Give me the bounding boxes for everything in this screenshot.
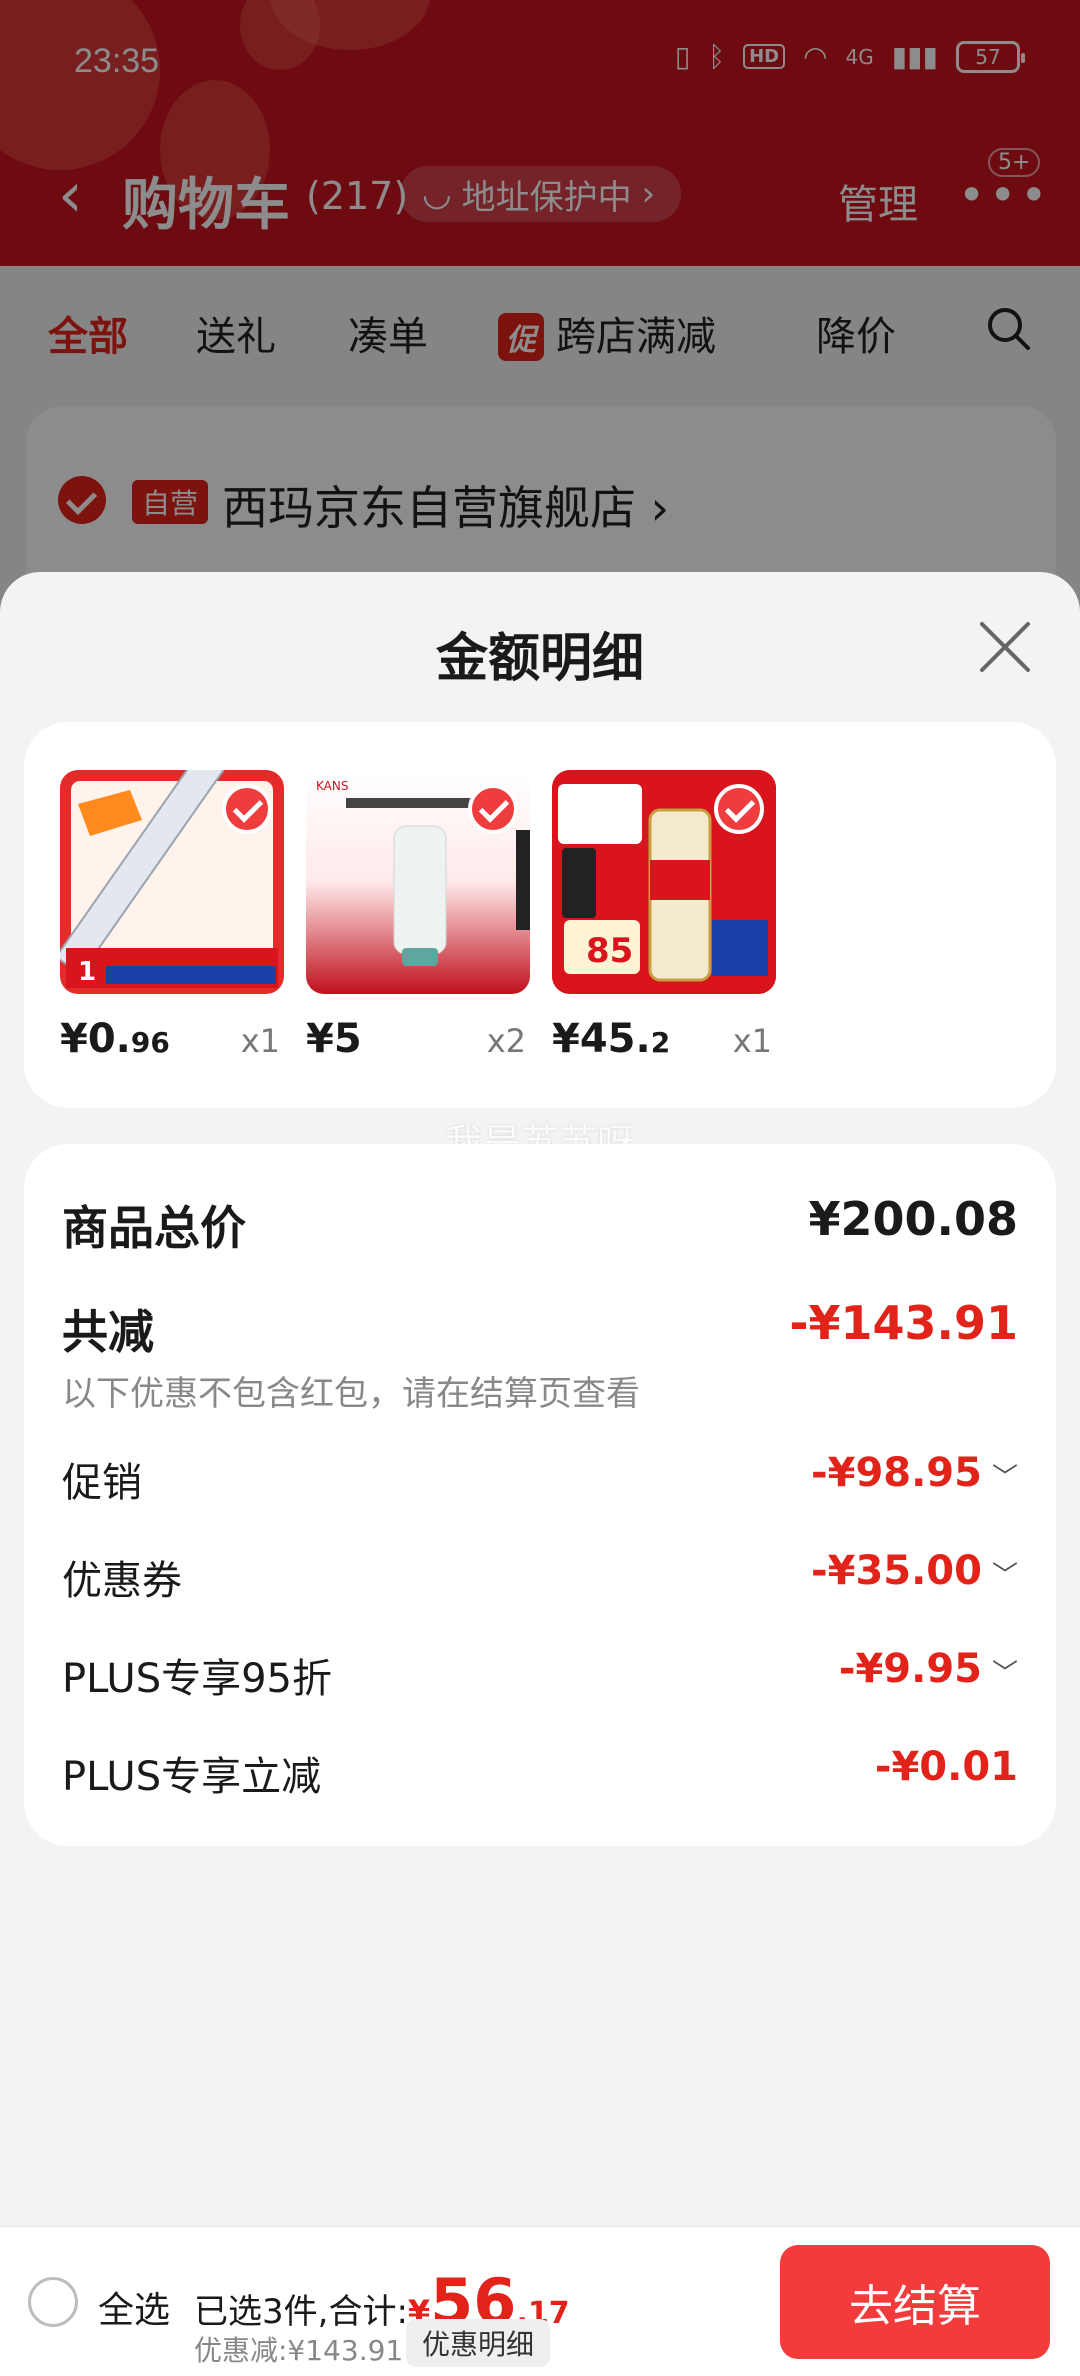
svg-text:85: 85 (586, 931, 633, 971)
selected-count: 已选3件,合计: (194, 2292, 408, 2332)
discount-value: -¥98.95 ﹀ (811, 1450, 1018, 1496)
product-quantity: x1 (732, 1022, 772, 1060)
product-price: ¥5 (306, 1016, 362, 1062)
checkout-button[interactable]: 去结算 (780, 2245, 1050, 2359)
product-item[interactable]: KANS ¥5 x2 (306, 770, 530, 1068)
discount-row-plus-instant: PLUS专享立减 -¥0.01 (62, 1744, 1018, 1800)
product-item[interactable]: 85 ¥45.2 x1 (552, 770, 776, 1068)
chevron-down-icon[interactable]: ﹀ (992, 1653, 1018, 1690)
product-thumbnail: 85 (552, 770, 776, 994)
total-price-label: 商品总价 (62, 1201, 246, 1255)
product-quantity: x2 (486, 1022, 526, 1060)
total-reduction-value: -¥143.91 (789, 1296, 1018, 1350)
product-price: ¥45.2 (552, 1016, 671, 1062)
product-thumbnail: KANS (306, 770, 530, 994)
discount-row-promotion[interactable]: 促销 -¥98.95 ﹀ (62, 1450, 1018, 1506)
product-price: ¥0.96 (60, 1016, 170, 1062)
sheet-title: 金额明细 (435, 629, 644, 689)
product-list: 1 ¥0.96 x1 KANS ¥5 x2 85 ¥45.2 x1 (24, 722, 1056, 1108)
chevron-down-icon[interactable]: ﹀ (992, 1457, 1018, 1494)
item-checked-icon[interactable] (222, 784, 272, 834)
discount-value: -¥0.01 (874, 1744, 1018, 1790)
item-checked-icon[interactable] (468, 784, 518, 834)
total-price-row: 商品总价 ¥200.08 (62, 1192, 1018, 1255)
discount-label: PLUS专享95折 (62, 1656, 332, 1702)
checkout-bar: 全选 已选3件,合计:¥56.17 优惠减:¥143.91 优惠明细 去结算 (0, 2226, 1080, 2376)
discount-detail-button[interactable]: 优惠明细 (406, 2319, 551, 2367)
chevron-down-icon[interactable]: ﹀ (992, 1555, 1018, 1592)
svg-text:1: 1 (78, 957, 96, 987)
amount-detail-sheet: 金额明细 1 ¥0.96 x1 KANS ¥5 x2 85 ¥45.2 x1 我… (0, 572, 1080, 2376)
svg-text:KANS: KANS (316, 779, 348, 793)
total-price-value: ¥200.08 (808, 1192, 1018, 1246)
discount-row-plus-95[interactable]: PLUS专享95折 -¥9.95 ﹀ (62, 1646, 1018, 1702)
discount-label: 促销 (62, 1460, 142, 1506)
product-item[interactable]: 1 ¥0.96 x1 (60, 770, 284, 1068)
total-reduction-label: 共减 (62, 1305, 154, 1359)
select-all-checkbox[interactable] (28, 2277, 78, 2327)
discount-row-coupon[interactable]: 优惠券 -¥35.00 ﹀ (62, 1548, 1018, 1604)
product-thumbnail: 1 (60, 770, 284, 994)
price-detail-card: 商品总价 ¥200.08 共减 -¥143.91 以下优惠不包含红包，请在结算页… (24, 1144, 1056, 1846)
total-reduction-row: 共减 -¥143.91 (62, 1296, 1018, 1359)
discount-value: -¥35.00 ﹀ (811, 1548, 1018, 1594)
discount-label: PLUS专享立减 (62, 1754, 322, 1800)
discount-value: -¥9.95 ﹀ (838, 1646, 1018, 1692)
close-icon[interactable] (978, 620, 1032, 674)
product-quantity: x1 (240, 1022, 280, 1060)
item-checked-icon[interactable] (714, 784, 764, 834)
reduction-note: 以下优惠不包含红包，请在结算页查看 (62, 1374, 640, 1414)
discount-summary: 优惠减:¥143.91 (194, 2334, 404, 2367)
select-all-label[interactable]: 全选 (98, 2281, 170, 2333)
discount-label: 优惠券 (62, 1558, 182, 1604)
